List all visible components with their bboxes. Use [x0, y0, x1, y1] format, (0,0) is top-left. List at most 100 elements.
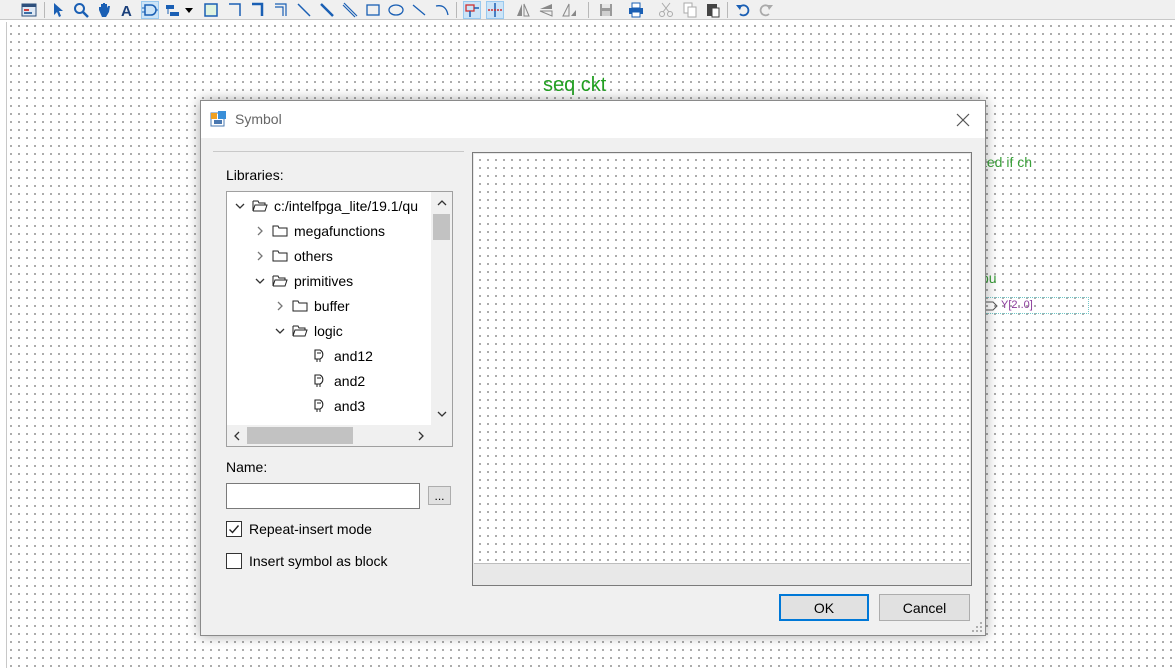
- tree-item-megafunctions[interactable]: megafunctions: [227, 218, 432, 243]
- browse-button[interactable]: ...: [428, 486, 451, 505]
- rotate-icon[interactable]: [560, 1, 578, 19]
- tree-item-buffer[interactable]: buffer: [227, 293, 432, 318]
- chevron-right-icon[interactable]: [273, 299, 287, 313]
- canvas-note-text: ted if ch: [983, 154, 1033, 170]
- undo-icon[interactable]: [734, 1, 752, 19]
- folder-icon: [272, 249, 288, 263]
- text-tool-icon[interactable]: A: [118, 1, 136, 19]
- tree-item-label: buffer: [314, 297, 350, 314]
- chevron-down-icon[interactable]: [253, 274, 267, 288]
- pin-label: Y[2..0]: [1001, 299, 1033, 311]
- ok-button[interactable]: OK: [779, 594, 869, 621]
- scroll-corner: [431, 425, 452, 446]
- orthogonal-bus-icon[interactable]: [249, 1, 267, 19]
- name-input[interactable]: [226, 483, 420, 509]
- divider: [213, 151, 464, 152]
- insert-block-checkbox[interactable]: [226, 553, 242, 569]
- repeat-insert-label: Repeat-insert mode: [249, 521, 372, 537]
- tree-item-primitives[interactable]: primitives: [227, 268, 432, 293]
- dialog-titlebar[interactable]: Symbol: [201, 101, 985, 138]
- tree-item-and2[interactable]: and2: [227, 368, 432, 393]
- cut-icon[interactable]: [657, 1, 675, 19]
- arc-icon[interactable]: [433, 1, 451, 19]
- scroll-up-button[interactable]: [431, 192, 452, 214]
- bus-line-icon[interactable]: [318, 1, 336, 19]
- block-tool-icon[interactable]: [202, 1, 220, 19]
- orthogonal-conduit-icon[interactable]: [272, 1, 290, 19]
- gate-symbol-icon: [312, 374, 328, 388]
- resize-grip-icon[interactable]: [971, 621, 983, 633]
- copy-icon[interactable]: [681, 1, 699, 19]
- pin-tool-icon[interactable]: [164, 1, 182, 19]
- redo-icon[interactable]: [757, 1, 775, 19]
- tree-item-label: primitives: [294, 272, 354, 289]
- node-line-icon[interactable]: [295, 1, 313, 19]
- folder-open-icon: [272, 274, 288, 288]
- conduit-line-icon[interactable]: [341, 1, 359, 19]
- chevron-down-icon[interactable]: [233, 199, 247, 213]
- chevron-right-icon: [418, 431, 424, 440]
- tree-item-label: and3: [334, 397, 366, 414]
- window-icon[interactable]: [20, 1, 38, 19]
- name-label: Name:: [226, 459, 268, 475]
- tree-item-and12[interactable]: and12: [227, 343, 432, 368]
- folder-icon: [292, 299, 308, 313]
- checkmark-icon: [229, 525, 240, 534]
- tree-item-label: logic: [314, 322, 343, 339]
- flip-vertical-icon[interactable]: [537, 1, 555, 19]
- tree-item-label: megafunctions: [294, 222, 386, 239]
- symbol-tool-icon[interactable]: [141, 1, 159, 19]
- zoom-icon[interactable]: [72, 1, 90, 19]
- chevron-right-icon[interactable]: [253, 224, 267, 238]
- close-icon: [956, 113, 970, 127]
- symbol-dialog-icon: [210, 111, 226, 127]
- canvas-title-text: seq ckt: [543, 74, 607, 96]
- tree-item-and3[interactable]: and3: [227, 393, 432, 418]
- symbol-preview-canvas: [474, 154, 970, 564]
- insert-block-checkbox-row[interactable]: Insert symbol as block: [226, 553, 388, 569]
- output-pin[interactable]: Y[2..0]: [983, 297, 1089, 314]
- output-pin-icon: [985, 301, 998, 311]
- repeat-insert-checkbox-row[interactable]: Repeat-insert mode: [226, 521, 372, 537]
- tree-item-label: and12: [334, 347, 373, 364]
- chevron-down-icon[interactable]: [273, 324, 287, 338]
- scroll-left-button[interactable]: [227, 425, 247, 446]
- vertical-scroll-thumb[interactable]: [433, 214, 450, 240]
- chevron-right-icon[interactable]: [253, 249, 267, 263]
- scroll-down-button[interactable]: [431, 403, 452, 425]
- flip-horizontal-icon[interactable]: [514, 1, 532, 19]
- tree-item-label: c:/intelfpga_lite/19.1/qu: [274, 197, 418, 214]
- libraries-tree[interactable]: c:/intelfpga_lite/19.1/qu megafunctions ot…: [226, 191, 453, 447]
- tree-item-logic[interactable]: logic: [227, 318, 432, 343]
- hand-icon[interactable]: [95, 1, 113, 19]
- chevron-down-icon: [437, 411, 446, 417]
- gate-symbol-icon: [312, 349, 328, 363]
- close-button[interactable]: [947, 105, 979, 135]
- horizontal-scrollbar[interactable]: [227, 425, 431, 446]
- tree-item-others[interactable]: others: [227, 243, 432, 268]
- paste-icon[interactable]: [704, 1, 722, 19]
- scroll-right-button[interactable]: [411, 425, 431, 446]
- repeat-insert-checkbox[interactable]: [226, 521, 242, 537]
- orthogonal-node-icon[interactable]: [226, 1, 244, 19]
- folder-icon: [272, 224, 288, 238]
- horizontal-scroll-thumb[interactable]: [247, 427, 353, 444]
- select-arrow-icon[interactable]: [49, 1, 67, 19]
- chevron-left-icon: [234, 431, 240, 440]
- ellipse-icon[interactable]: [387, 1, 405, 19]
- folder-open-icon: [252, 199, 268, 213]
- rectangle-icon[interactable]: [364, 1, 382, 19]
- cancel-button[interactable]: Cancel: [879, 594, 970, 621]
- folder-open-icon: [292, 324, 308, 338]
- line-icon[interactable]: [410, 1, 428, 19]
- rubberbanding-icon[interactable]: [463, 1, 481, 19]
- dropdown-arrow-icon[interactable]: [183, 1, 195, 19]
- partial-line-select-icon[interactable]: [486, 1, 504, 19]
- tree-item-c-intelfpga-lite-19-1-qu[interactable]: c:/intelfpga_lite/19.1/qu: [227, 193, 432, 218]
- vertical-scrollbar[interactable]: [431, 192, 452, 425]
- svg-text:A: A: [121, 3, 132, 18]
- save-icon[interactable]: [597, 1, 615, 19]
- print-icon[interactable]: [627, 1, 645, 19]
